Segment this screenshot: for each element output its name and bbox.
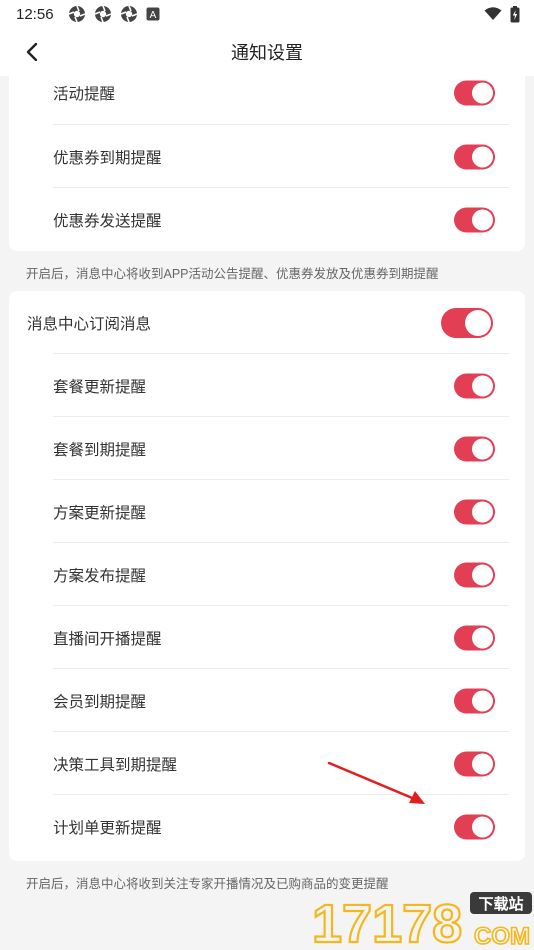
toggle-knob [472,816,493,837]
setting-row-activity: 活动提醒 [9,61,525,125]
svg-text:A: A [149,10,156,21]
setting-row-live-start: 直播间开播提醒 [9,606,525,669]
setting-row-plan-list-update: 计划单更新提醒 [9,795,525,858]
plan-publish-reminder-toggle[interactable] [454,562,495,587]
toggle-knob [472,82,493,104]
setting-row-package-expire: 套餐到期提醒 [9,417,525,480]
toggle-knob [472,627,493,648]
setting-label: 计划单更新提醒 [53,819,162,837]
a-badge-icon: A [146,7,160,21]
member-expire-reminder-toggle[interactable] [454,688,495,713]
coupon-send-reminder-toggle[interactable] [454,207,495,232]
svg-text:COM: COM [474,923,530,950]
setting-row-decision-tool-expire: 决策工具到期提醒 [9,732,525,795]
toggle-knob [472,564,493,585]
setting-row-coupon-expire: 优惠券到期提醒 [9,125,525,188]
section1-note: 开启后，消息中心将收到APP活动公告提醒、优惠券发放及优惠券到期提醒 [26,267,439,281]
package-expire-reminder-toggle[interactable] [454,436,495,461]
toggle-knob [472,438,493,459]
setting-label: 决策工具到期提醒 [53,756,178,774]
status-bar: 12:56 A [0,0,534,28]
toggle-knob [472,209,493,230]
annotation-arrow-icon [327,761,425,804]
setting-label: 优惠券发送提醒 [53,212,162,230]
setting-label: 方案发布提醒 [53,567,147,585]
coupon-expire-reminder-toggle[interactable] [454,144,495,169]
setting-label: 套餐更新提醒 [53,378,147,396]
setting-row-package-update: 套餐更新提醒 [9,354,525,417]
status-notification-icons: A [68,5,160,23]
toggle-knob [472,375,493,396]
setting-label: 优惠券到期提醒 [53,149,162,167]
setting-row-plan-update: 方案更新提醒 [9,480,525,543]
status-system-icons [484,5,520,23]
watermark-logo: 17178 下载站 COM [311,892,532,950]
setting-label: 会员到期提醒 [53,693,147,711]
setting-label: 消息中心订阅消息 [27,315,152,333]
setting-label: 方案更新提醒 [53,504,147,522]
message-subscription-card: 消息中心订阅消息 套餐更新提醒 套餐到期提醒 方案更新提醒 方案发布提醒 直播间… [9,291,525,861]
setting-row-member-expire: 会员到期提醒 [9,669,525,732]
aperture-icon [94,5,111,23]
aperture-icon [120,5,137,23]
toggle-knob [472,690,493,711]
setting-row-master: 消息中心订阅消息 [9,291,525,354]
message-subscription-master-toggle[interactable] [441,307,493,338]
toggle-knob [472,146,493,167]
aperture-icon [68,5,85,23]
setting-label: 套餐到期提醒 [53,441,147,459]
decision-tool-expire-reminder-toggle[interactable] [454,751,495,776]
chevron-left-icon [26,42,38,62]
wifi-icon [484,7,502,20]
plan-list-update-reminder-toggle[interactable] [454,814,495,839]
plan-update-reminder-toggle[interactable] [454,499,495,524]
toggle-knob [465,309,491,336]
battery-charging-icon [510,5,520,22]
setting-label: 活动提醒 [53,86,116,103]
status-time: 12:56 [16,5,54,23]
activity-reminder-toggle[interactable] [454,80,495,106]
package-update-reminder-toggle[interactable] [454,373,495,398]
svg-text:17178: 17178 [312,894,462,950]
setting-row-plan-publish: 方案发布提醒 [9,543,525,606]
svg-text:下载站: 下载站 [478,895,523,913]
setting-row-coupon-send: 优惠券发送提醒 [9,188,525,251]
promo-reminders-card: 活动提醒 优惠券到期提醒 优惠券发送提醒 [9,61,525,251]
live-start-reminder-toggle[interactable] [454,625,495,650]
toggle-knob [472,753,493,774]
toggle-knob [472,501,493,522]
setting-label: 直播间开播提醒 [53,630,162,648]
